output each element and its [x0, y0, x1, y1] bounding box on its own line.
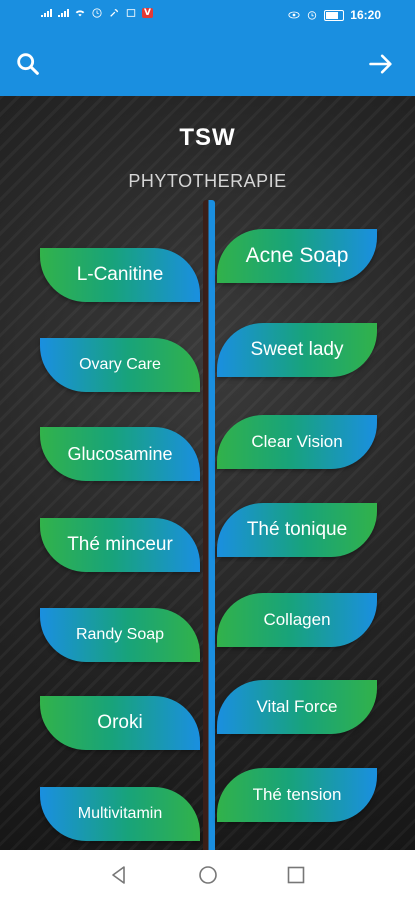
product-the-tension[interactable]: Thé tension	[217, 768, 377, 822]
product-multivitamin[interactable]: Multivitamin	[40, 787, 200, 841]
product-collagen[interactable]: Collagen	[217, 593, 377, 647]
product-sweet-lady[interactable]: Sweet lady	[217, 323, 377, 377]
wifi-icon	[75, 10, 85, 17]
back-icon[interactable]	[108, 864, 130, 886]
signal-icon	[58, 9, 69, 17]
product-the-tonique[interactable]: Thé tonique	[217, 503, 377, 557]
system-nav-bar	[0, 850, 415, 900]
product-the-minceur[interactable]: Thé minceur	[40, 518, 200, 572]
eye-icon	[288, 11, 300, 19]
status-time: 16:20	[350, 8, 381, 22]
product-randy-soap[interactable]: Randy Soap	[40, 608, 200, 662]
vpn-icon: V	[142, 8, 153, 18]
status-left-icons: V	[40, 8, 153, 18]
arrow-forward-icon[interactable]	[367, 50, 395, 78]
product-vital-force[interactable]: Vital Force	[217, 680, 377, 734]
alarm-icon	[92, 8, 102, 18]
app-bar	[0, 32, 415, 96]
signal-icon	[41, 9, 52, 17]
product-l-canitine[interactable]: L-Canitine	[40, 248, 200, 302]
product-ovary-care[interactable]: Ovary Care	[40, 338, 200, 392]
page-subtitle: PHYTOTHERAPIE	[128, 171, 287, 191]
battery-icon	[324, 9, 345, 21]
main-content: TSW PHYTOTHERAPIE L-Canitine Ovary Care …	[0, 96, 415, 850]
product-glucosamine[interactable]: Glucosamine	[40, 427, 200, 481]
wrench-icon	[110, 9, 118, 17]
page-title: TSW	[179, 124, 236, 151]
home-icon[interactable]	[197, 864, 219, 886]
status-right-icons: 16:20	[288, 8, 381, 22]
tree-stem	[203, 200, 215, 850]
product-oroki[interactable]: Oroki	[40, 696, 200, 750]
product-clear-vision[interactable]: Clear Vision	[217, 415, 377, 469]
recents-icon[interactable]	[285, 864, 307, 886]
gallery-icon	[126, 9, 136, 17]
product-acne-soap[interactable]: Acne Soap	[217, 229, 377, 283]
status-bar: V 16:20	[0, 0, 415, 32]
search-icon[interactable]	[14, 50, 42, 78]
alarm-clock-icon	[308, 11, 317, 20]
